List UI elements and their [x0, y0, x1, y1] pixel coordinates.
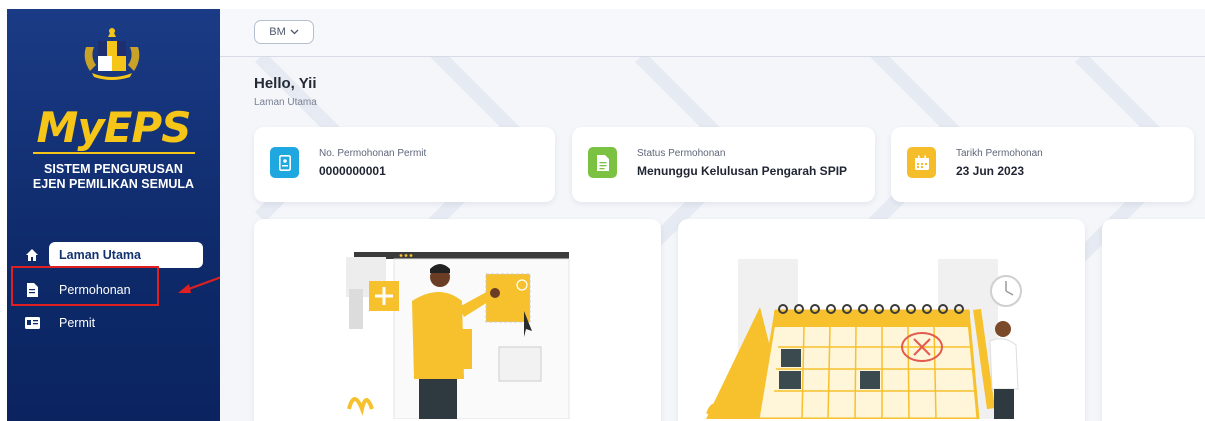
sidebar-item-label: Laman Utama [59, 248, 141, 262]
id-card-icon [24, 315, 40, 331]
app-frame: MyEPS SISTEM PENGURUSAN EJEN PEMILIKAN S… [7, 9, 1205, 421]
breadcrumb: Laman Utama [254, 97, 317, 108]
top-bar: BM [220, 9, 1205, 57]
panel-new-application[interactable] [254, 219, 661, 421]
calendar-icon [907, 147, 936, 178]
language-select[interactable]: BM [254, 20, 314, 44]
coat-of-arms-logo [84, 28, 140, 80]
card-label: No. Permohonan Permit [319, 148, 427, 159]
card-value: 23 Jun 2023 [956, 164, 1025, 178]
card-permit-number: No. Permohonan Permit 0000000001 [254, 127, 555, 202]
panel-application-schedule[interactable] [678, 219, 1085, 421]
card-label: Status Permohonan [637, 148, 726, 159]
sidebar-item-permit[interactable]: Permit [7, 310, 220, 336]
chevron-down-icon [290, 26, 299, 38]
sidebar: MyEPS SISTEM PENGURUSAN EJEN PEMILIKAN S… [7, 9, 220, 421]
main-content: BM Hello, Yii Laman Utama No. Permohonan… [220, 9, 1205, 421]
brand-underline [33, 152, 195, 154]
sidebar-item-label: Permit [59, 316, 96, 330]
greeting: Hello, Yii [254, 75, 317, 92]
card-value: Menunggu Kelulusan Pengarah SPIP [637, 164, 848, 178]
calendar-illustration [706, 259, 1022, 421]
system-name-line-2: EJEN PEMILIKAN SEMULA [32, 177, 195, 191]
card-application-date: Tarikh Permohonan 23 Jun 2023 [891, 127, 1194, 202]
home-icon [24, 247, 40, 263]
language-value: BM [269, 26, 286, 38]
annotation-highlight-box [11, 266, 159, 306]
card-value: 0000000001 [319, 164, 386, 178]
system-name: SISTEM PENGURUSAN EJEN PEMILIKAN SEMULA [7, 162, 220, 192]
card-label: Tarikh Permohonan [956, 148, 1043, 159]
new-application-illustration [346, 252, 570, 420]
panel-permit[interactable] [1102, 219, 1205, 421]
system-name-line-1: SISTEM PENGURUSAN [44, 162, 183, 176]
card-application-status: Status Permohonan Menunggu Kelulusan Pen… [572, 127, 875, 202]
brand-logo-text: MyEPS [36, 103, 192, 152]
id-badge-icon [270, 147, 299, 178]
document-icon [588, 147, 617, 178]
